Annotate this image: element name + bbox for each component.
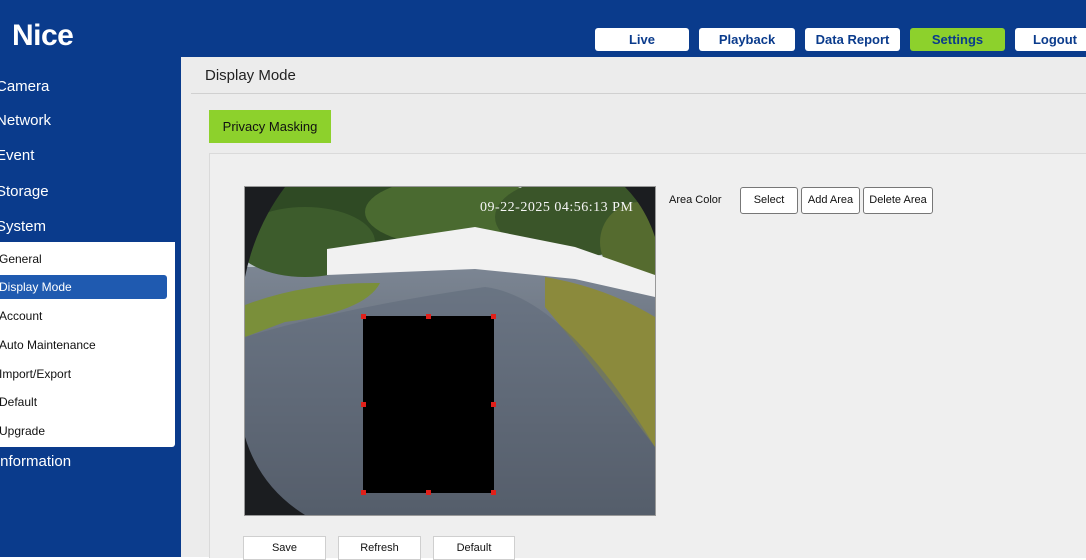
system-submenu: General Display Mode Account Auto Mainte…	[0, 242, 175, 447]
mask-resize-handle[interactable]	[361, 490, 366, 495]
sidebar: Camera Network Event Storage System Gene…	[0, 57, 181, 557]
save-button[interactable]: Save	[243, 536, 326, 560]
mask-resize-handle[interactable]	[491, 314, 496, 319]
submenu-item-label: Upgrade	[0, 424, 46, 438]
submenu-item-general[interactable]: General	[0, 247, 167, 271]
sidebar-item-label: System	[0, 218, 47, 235]
delete-area-button[interactable]: Delete Area	[863, 187, 933, 214]
sidebar-item-camera[interactable]: Camera	[0, 72, 181, 102]
tab-privacy-masking[interactable]: Privacy Masking	[209, 110, 331, 143]
area-color-label: Area Color	[669, 194, 722, 206]
submenu-item-label: Default	[0, 395, 38, 409]
submenu-item-account[interactable]: Account	[0, 304, 167, 328]
submenu-item-default[interactable]: Default	[0, 390, 167, 414]
brand-logo: Nice	[12, 19, 74, 52]
mask-resize-handle[interactable]	[361, 314, 366, 319]
submenu-item-label: Display Mode	[0, 280, 72, 294]
submenu-item-label: General	[0, 252, 42, 266]
title-divider	[191, 93, 1086, 94]
nav-logout-button[interactable]: Logout	[1015, 28, 1086, 51]
top-bar: Nice Live Playback Data Report Settings …	[0, 0, 1086, 57]
submenu-item-label: Auto Maintenance	[0, 338, 96, 352]
sidebar-item-label: Camera	[0, 78, 50, 95]
mask-resize-handle[interactable]	[426, 490, 431, 495]
submenu-item-import-export[interactable]: Import/Export	[0, 362, 167, 386]
default-button[interactable]: Default	[433, 536, 515, 560]
submenu-item-auto-maintenance[interactable]: Auto Maintenance	[0, 333, 167, 357]
submenu-item-upgrade[interactable]: Upgrade	[0, 419, 167, 443]
sidebar-item-event[interactable]: Event	[0, 141, 181, 171]
nav-live-button[interactable]: Live	[595, 28, 689, 51]
sidebar-item-information[interactable]: Information	[0, 447, 181, 477]
submenu-item-display-mode[interactable]: Display Mode	[0, 275, 167, 299]
mask-resize-handle[interactable]	[426, 314, 431, 319]
mask-resize-handle[interactable]	[491, 402, 496, 407]
refresh-button[interactable]: Refresh	[338, 536, 421, 560]
sidebar-item-network[interactable]: Network	[0, 106, 181, 136]
nav-playback-button[interactable]: Playback	[699, 28, 795, 51]
sidebar-item-label: Information	[0, 453, 72, 470]
add-area-button[interactable]: Add Area	[801, 187, 860, 214]
main-content: Display Mode Privacy Masking 09-22-2025 …	[181, 57, 1086, 560]
sidebar-item-system[interactable]: System	[0, 212, 181, 242]
sidebar-item-label: Storage	[0, 183, 49, 200]
select-button[interactable]: Select	[740, 187, 798, 214]
nav-settings-button[interactable]: Settings	[910, 28, 1005, 51]
sidebar-item-label: Event	[0, 147, 35, 164]
mask-resize-handle[interactable]	[491, 490, 496, 495]
sidebar-item-storage[interactable]: Storage	[0, 177, 181, 207]
video-timestamp: 09-22-2025 04:56:13 PM	[480, 200, 634, 215]
submenu-item-label: Import/Export	[0, 367, 72, 381]
privacy-mask-area[interactable]	[361, 314, 496, 495]
mask-resize-handle[interactable]	[361, 402, 366, 407]
camera-preview[interactable]: 09-22-2025 04:56:13 PM	[244, 186, 656, 516]
nav-data-report-button[interactable]: Data Report	[805, 28, 900, 51]
page-title: Display Mode	[205, 67, 296, 84]
sidebar-item-label: Network	[0, 112, 52, 129]
submenu-item-label: Account	[0, 309, 43, 323]
